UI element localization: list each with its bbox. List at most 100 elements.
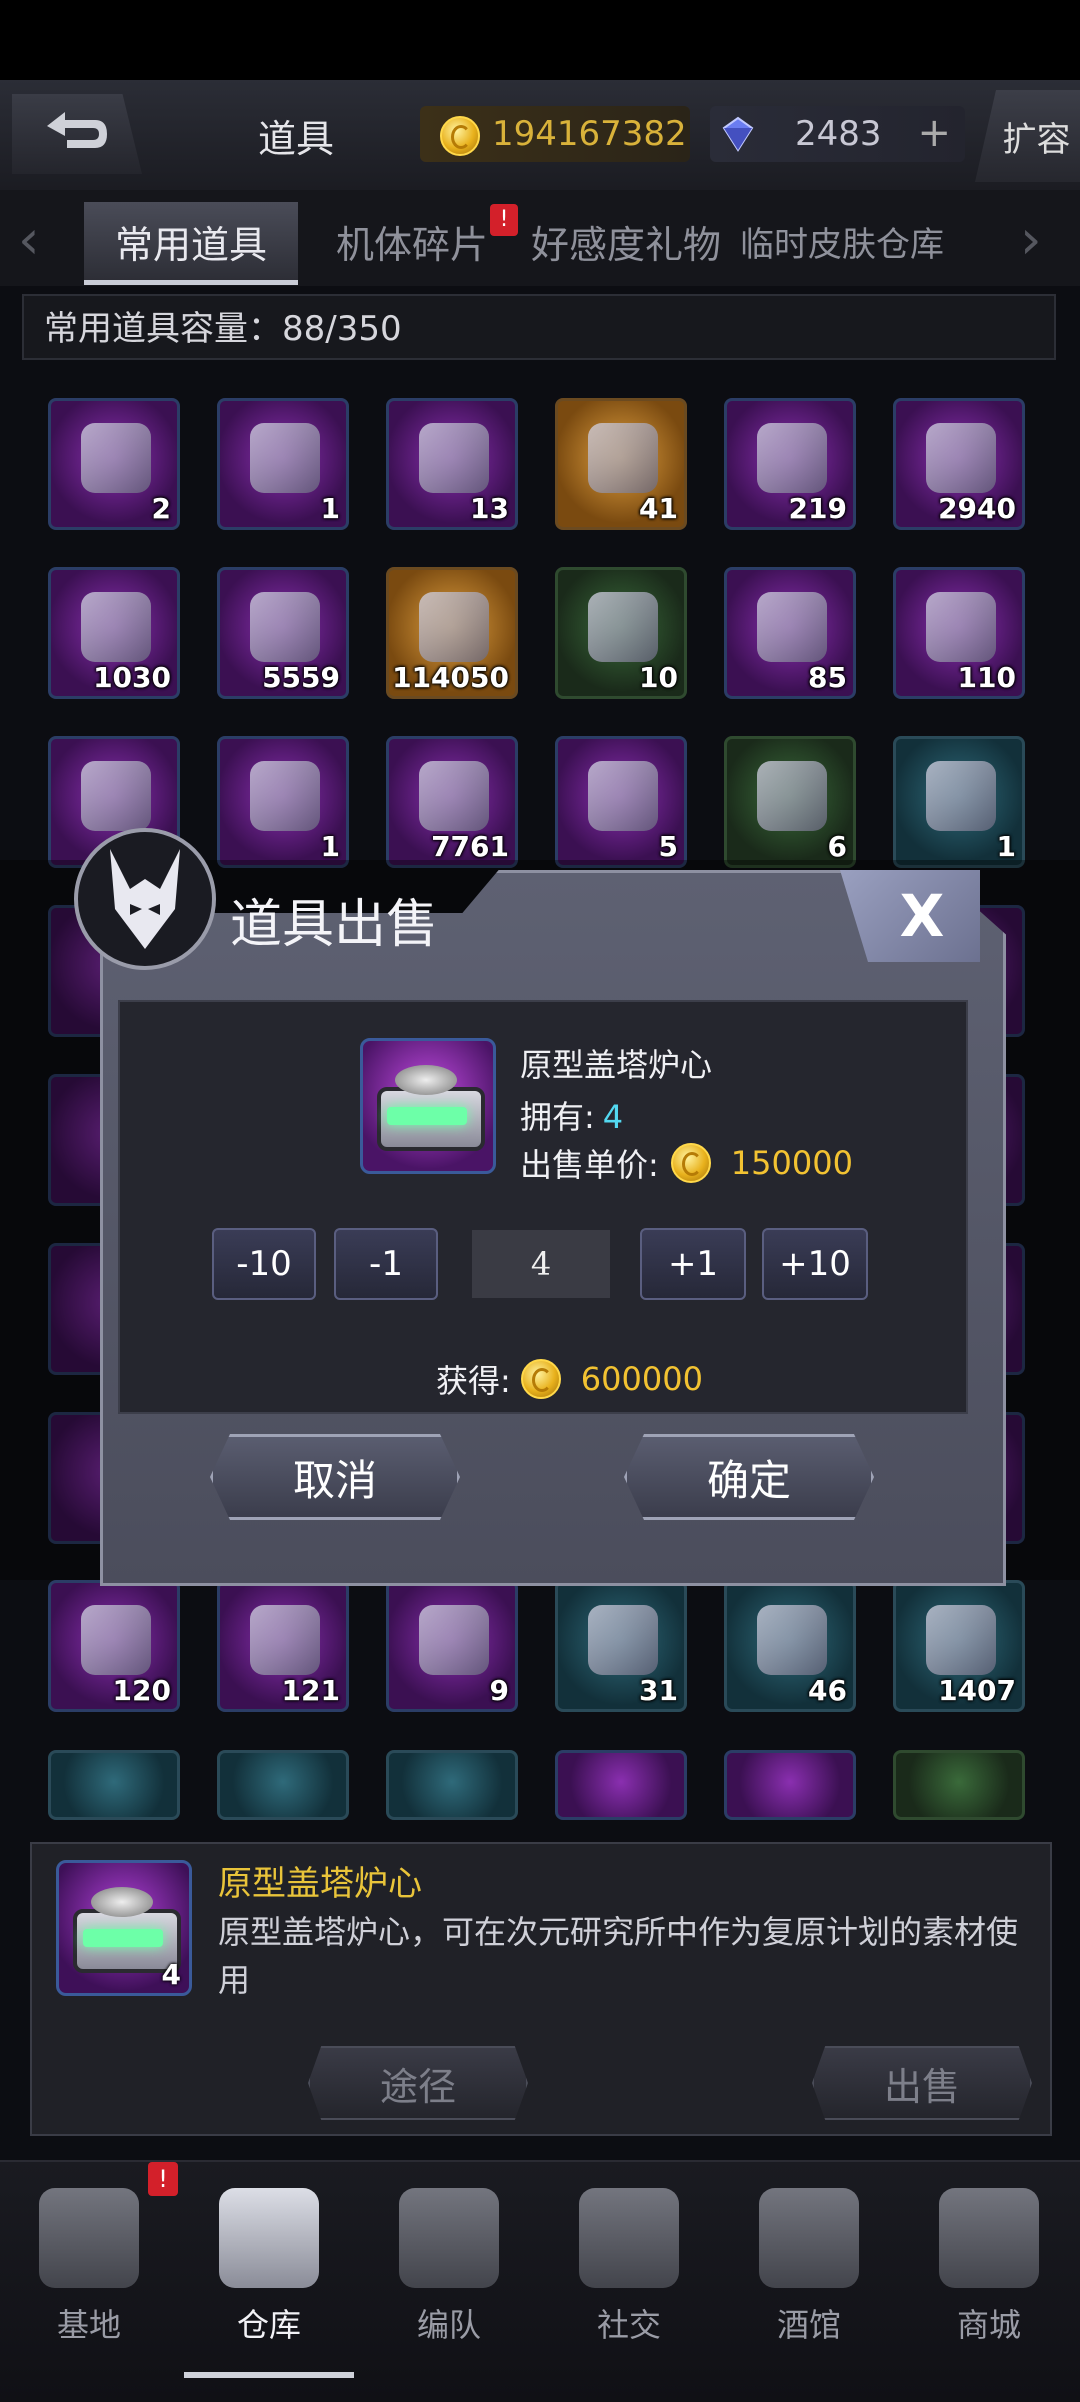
item-slot[interactable] [217, 1750, 349, 1820]
gem-icon [722, 116, 754, 152]
detail-item-count: 4 [161, 1958, 181, 1991]
item-icon [757, 592, 827, 662]
item-slot[interactable] [48, 1750, 180, 1820]
gem-amount: 2483 [795, 114, 882, 154]
tab-unit-fragments[interactable]: 机体碎片 ! [312, 202, 518, 280]
item-slot[interactable]: 46 [724, 1580, 856, 1712]
gem-currency: 2483 + [710, 106, 965, 162]
item-count: 110 [957, 661, 1016, 694]
nav-warehouse[interactable]: 仓库 [184, 2182, 354, 2378]
dialog-title: 道具出售 [230, 895, 439, 955]
tavern-icon [759, 2188, 859, 2288]
item-icon [588, 761, 658, 831]
confirm-button[interactable]: 确定 [624, 1434, 874, 1520]
owned-row: 拥有: 4 [520, 1092, 623, 1138]
item-count: 1 [320, 830, 340, 863]
item-count: 1030 [93, 661, 171, 694]
base-star-icon [39, 2188, 139, 2288]
item-slot[interactable]: 120 [48, 1580, 180, 1712]
item-count: 5 [658, 830, 678, 863]
item-slot[interactable]: 1030 [48, 567, 180, 699]
sell-item-name: 原型盖塔炉心 [520, 1046, 713, 1084]
tab-label: 好感度礼物 [530, 222, 721, 267]
item-slot[interactable]: 6 [724, 736, 856, 868]
item-slot[interactable]: 7761 [386, 736, 518, 868]
sell-button[interactable]: 出售 [812, 2046, 1032, 2120]
cancel-button[interactable]: 取消 [210, 1434, 460, 1520]
status-bar [0, 0, 1080, 80]
gain-value: 600000 [580, 1360, 703, 1398]
item-slot[interactable]: 13 [386, 398, 518, 530]
item-slot[interactable]: 9 [386, 1580, 518, 1712]
item-count: 13 [470, 492, 509, 525]
nav-shop[interactable]: 商城 [904, 2182, 1074, 2372]
handshake-icon [579, 2188, 679, 2288]
nav-tavern[interactable]: 酒馆 [724, 2182, 894, 2372]
item-count: 10 [639, 661, 678, 694]
nav-social[interactable]: 社交 [544, 2182, 714, 2372]
nav-base[interactable]: 基地 [4, 2182, 174, 2372]
item-slot[interactable]: 1 [217, 398, 349, 530]
item-slot[interactable]: 41 [555, 398, 687, 530]
item-slot[interactable]: 2 [48, 398, 180, 530]
item-count: 2 [151, 492, 171, 525]
item-slot[interactable]: 114050 [386, 567, 518, 699]
item-icon [81, 761, 151, 831]
notification-badge: ! [148, 2162, 178, 2196]
item-count: 219 [788, 492, 847, 525]
item-slot[interactable]: 219 [724, 398, 856, 530]
gold-coin-icon [520, 1359, 561, 1399]
item-slot[interactable]: 31 [555, 1580, 687, 1712]
item-slot[interactable]: 121 [217, 1580, 349, 1712]
item-slot[interactable] [724, 1750, 856, 1820]
add-gems-button[interactable]: + [917, 110, 951, 156]
back-button[interactable] [12, 94, 142, 174]
item-slot[interactable]: 5559 [217, 567, 349, 699]
sell-item-icon [360, 1038, 496, 1174]
item-slot[interactable] [386, 1750, 518, 1820]
top-bar: 道具 194167382 2483 + 扩容 [0, 80, 1080, 192]
detail-item-description: 原型盖塔炉心，可在次元研究所中作为复原计划的素材使用 [218, 1913, 1019, 1999]
bottom-nav: 基地 仓库 编队 社交 酒馆 商城 [0, 2160, 1080, 2402]
item-icon [926, 1605, 996, 1675]
tab-common-items[interactable]: 常用道具 [84, 202, 298, 285]
item-slot[interactable] [555, 1750, 687, 1820]
tab-affection-gifts[interactable]: 好感度礼物 [518, 202, 734, 280]
tab-label: 临时皮肤仓库 [740, 224, 944, 265]
tab-left-arrow-icon[interactable]: ‹ [18, 208, 40, 271]
item-slot[interactable]: 5 [555, 736, 687, 868]
emblem-icon [74, 828, 216, 970]
unit-price-value: 150000 [730, 1144, 853, 1182]
plus-1-button[interactable]: +1 [640, 1228, 746, 1300]
item-count: 9 [489, 1674, 509, 1707]
item-count: 7761 [431, 830, 509, 863]
expand-button[interactable]: 扩容 [975, 90, 1080, 182]
item-slot[interactable]: 85 [724, 567, 856, 699]
nav-formation[interactable]: 编队 [364, 2182, 534, 2372]
plus-10-button[interactable]: +10 [762, 1228, 868, 1300]
item-icon [926, 423, 996, 493]
item-slot[interactable]: 2940 [893, 398, 1025, 530]
item-slot[interactable]: 1407 [893, 1580, 1025, 1712]
item-slot[interactable]: 110 [893, 567, 1025, 699]
mask-emblem-icon [110, 849, 180, 949]
item-count: 1407 [938, 1674, 1016, 1707]
tab-temp-skin-storage[interactable]: 临时皮肤仓库 [736, 202, 948, 280]
item-icon [588, 1605, 658, 1675]
minus-10-button[interactable]: -10 [212, 1228, 316, 1300]
item-icon [757, 1605, 827, 1675]
item-icon [81, 1605, 151, 1675]
item-icon [588, 592, 658, 662]
nav-label: 商城 [956, 2306, 1021, 2344]
tab-right-arrow-icon[interactable]: › [1020, 208, 1042, 271]
minus-1-button[interactable]: -1 [334, 1228, 438, 1300]
nav-label: 编队 [416, 2306, 481, 2344]
item-slot[interactable]: 1 [893, 736, 1025, 868]
item-count: 1 [996, 830, 1016, 863]
item-slot[interactable]: 10 [555, 567, 687, 699]
item-icon [250, 1605, 320, 1675]
item-slot[interactable]: 1 [217, 736, 349, 868]
item-slot[interactable] [893, 1750, 1025, 1820]
quantity-input[interactable] [472, 1230, 610, 1298]
source-button[interactable]: 途径 [308, 2046, 528, 2120]
